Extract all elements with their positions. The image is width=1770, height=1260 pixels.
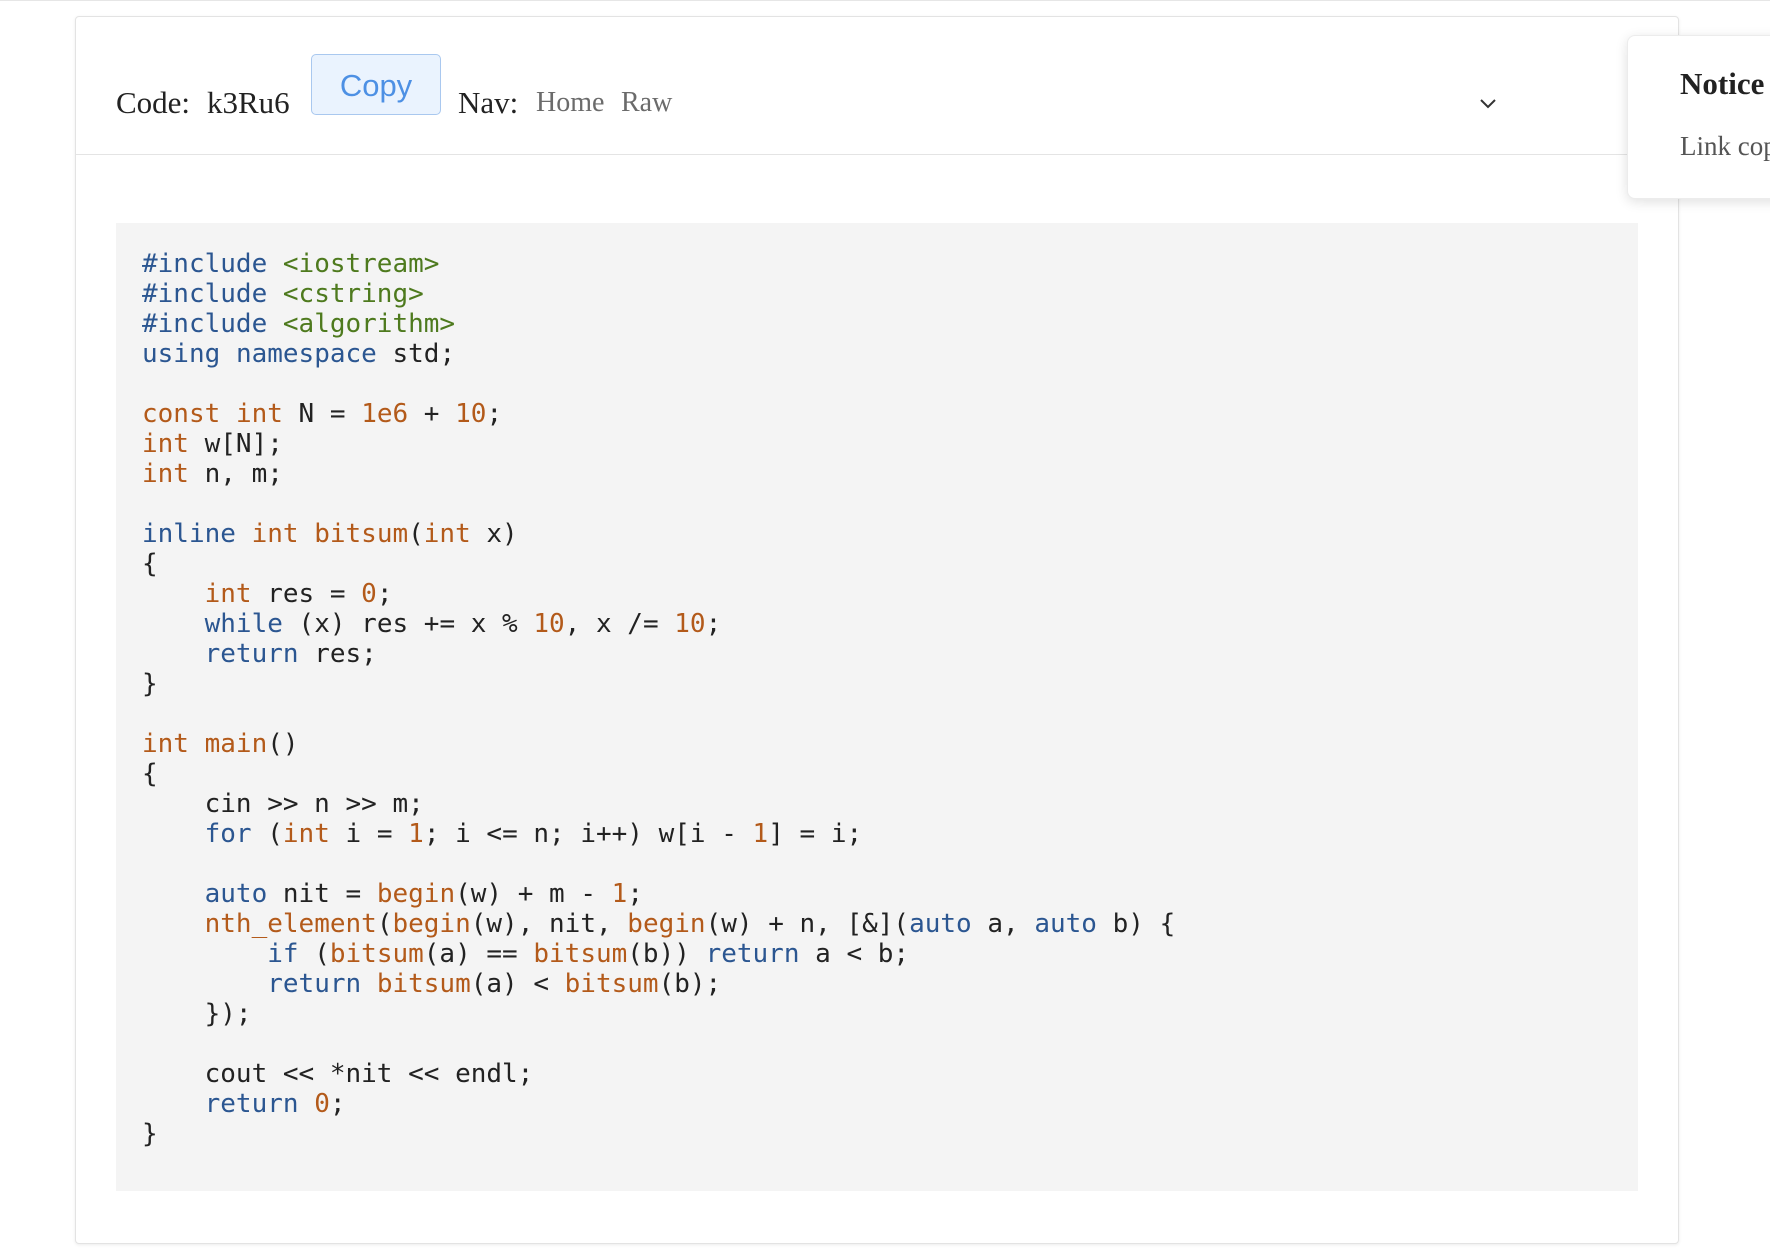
code-line: } xyxy=(142,669,158,699)
code-line: #include <algorithm> xyxy=(142,309,456,339)
notice-toast: Notice Link cop xyxy=(1627,35,1770,199)
code-line: int main() xyxy=(142,729,299,759)
notice-title: Notice xyxy=(1680,66,1765,101)
code-line: return bitsum(a) < bitsum(b); xyxy=(267,969,722,999)
nav-label: Nav: xyxy=(458,85,519,120)
code-content: #include <iostream> #include <cstring> #in… xyxy=(142,249,1175,1149)
code-line: if (bitsum(a) == bitsum(b)) return a < b… xyxy=(267,939,910,969)
code-line: const int N = 1e6 + 10; xyxy=(142,399,503,429)
code-line: int n, m; xyxy=(142,459,283,489)
code-line: { xyxy=(142,549,158,579)
nav-link-raw[interactable]: Raw xyxy=(621,87,672,119)
code-label: Code: xyxy=(116,85,191,120)
code-line: auto nit = begin(w) + m - 1; xyxy=(204,879,643,909)
code-block: #include <iostream> #include <cstring> #in… xyxy=(116,223,1638,1191)
notice-body: Link cop xyxy=(1680,131,1770,161)
code-line: { xyxy=(142,759,158,789)
paste-card: Code: k3Ru6 Copy Nav: Home Raw #include … xyxy=(75,16,1679,1244)
copy-button[interactable]: Copy xyxy=(311,54,441,115)
code-line: }); xyxy=(142,999,252,1029)
code-line: return res; xyxy=(204,639,377,669)
code-line: using namespace std; xyxy=(142,339,456,369)
code-line: cin >> n >> m; xyxy=(142,789,424,819)
code-line: while (x) res += x % 10, x /= 10; xyxy=(204,609,722,639)
code-line: inline int bitsum(int x) xyxy=(142,519,518,549)
code-line: int w[N]; xyxy=(142,429,283,459)
paste-code-value: k3Ru6 xyxy=(207,85,290,120)
code-line: return 0; xyxy=(204,1089,346,1119)
code-line: nth_element(begin(w), nit, begin(w) + n,… xyxy=(204,909,1176,939)
code-line: } xyxy=(142,1119,158,1149)
chevron-down-icon[interactable] xyxy=(1476,91,1500,115)
top-divider xyxy=(0,0,1770,1)
code-line: int res = 0; xyxy=(204,579,393,609)
nav-link-home[interactable]: Home xyxy=(536,87,604,119)
code-line: cout << *nit << endl; xyxy=(142,1059,534,1089)
code-line: #include <iostream> xyxy=(142,249,440,279)
paste-header: Code: k3Ru6 Copy Nav: Home Raw xyxy=(76,17,1678,155)
code-line: #include <cstring> xyxy=(142,279,424,309)
code-line: for (int i = 1; i <= n; i++) w[i - 1] = … xyxy=(204,819,863,849)
